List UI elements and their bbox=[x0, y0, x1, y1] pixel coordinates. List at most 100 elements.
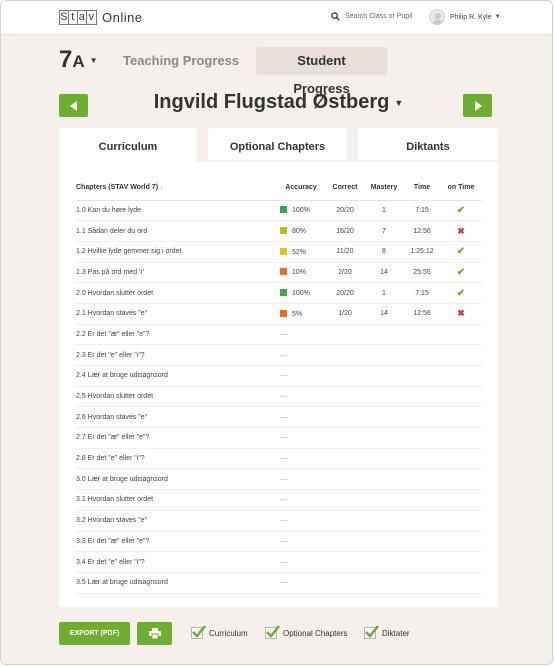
correct-cell: 2/20 bbox=[326, 262, 364, 284]
chapter-cell: 2.7 Er det "æ" eller "e"? bbox=[76, 427, 276, 449]
mastery-cell bbox=[364, 344, 404, 366]
class-number: 7 bbox=[59, 46, 73, 73]
chapter-cell: 1.3 Pas på ord med 'r' bbox=[76, 262, 276, 284]
on-time-cell bbox=[440, 448, 482, 470]
table-header-row: Chapters (STAV World 7) ↓ Accuracy Corre… bbox=[76, 176, 482, 201]
logo-mark: S t a v bbox=[59, 10, 97, 25]
column-header-chapters[interactable]: Chapters (STAV World 7) ↓ bbox=[76, 176, 276, 201]
correct-cell bbox=[326, 489, 364, 511]
mastery-cell bbox=[364, 510, 404, 532]
accuracy-value: — bbox=[280, 579, 287, 587]
accuracy-value: — bbox=[280, 537, 287, 545]
table-row[interactable]: 1.3 Pas på ord med 'r' 10% 2/20 14 25:55 ✔ bbox=[76, 262, 482, 284]
class-selector[interactable]: 7 A ▼ bbox=[59, 47, 98, 73]
table-row[interactable]: 1.0 Kan du høre lyde 100% 20/20 1 7:15 ✔ bbox=[76, 200, 482, 222]
search-placeholder: Search Class or Pupil bbox=[345, 13, 413, 20]
on-time-cell bbox=[440, 551, 482, 573]
table-row[interactable]: 2.0 Hvordan slutter ordet 100% 20/20 1 7:15 ✔ bbox=[76, 282, 482, 304]
mastery-cell: 1 bbox=[364, 200, 404, 222]
tab-diktants[interactable]: Diktants bbox=[358, 128, 498, 162]
accuracy-value: — bbox=[280, 455, 287, 463]
correct-cell: 1/20 bbox=[326, 303, 364, 325]
table-row[interactable]: 3.5 Lær at bruge udisagnsord — bbox=[76, 572, 482, 594]
export-pdf-button[interactable]: EXPORT (PDF) bbox=[59, 622, 130, 645]
mastery-cell bbox=[364, 531, 404, 553]
table-row[interactable]: 3.3 Er det "æ" eller "e"? — bbox=[76, 531, 482, 553]
chapter-cell: 2.3 Er det "e" eller "i"? bbox=[76, 344, 276, 366]
correct-cell: 11/20 bbox=[326, 241, 364, 263]
on-time-cell bbox=[440, 531, 482, 553]
tab-teaching-progress[interactable]: Teaching Progress bbox=[111, 47, 251, 75]
user-menu[interactable]: Philip R. Kyle ▼ bbox=[429, 9, 501, 25]
checkbox-optional-chapters[interactable]: Optional Chapters bbox=[265, 625, 347, 639]
table-row[interactable]: 2.6 Hvordan staves "e" — bbox=[76, 406, 482, 429]
print-button[interactable] bbox=[137, 622, 172, 645]
tab-optional-chapters[interactable]: Optional Chapters bbox=[208, 128, 347, 162]
table-row[interactable]: 2.4 Lær at bruge udisagnsord — bbox=[76, 365, 482, 387]
chapter-cell: 3.3 Er det "æ" eller "e"? bbox=[76, 531, 276, 553]
accuracy-cell: — bbox=[276, 344, 326, 366]
on-time-cell bbox=[440, 386, 482, 408]
table-row[interactable]: 3.2 Hvordan staves "e" — bbox=[76, 510, 482, 532]
mastery-cell: 7 bbox=[364, 220, 404, 242]
table-row[interactable]: 2.2 Er det "æ" eller "e"? — bbox=[76, 324, 482, 346]
column-header-accuracy: Accuracy bbox=[276, 176, 326, 201]
tab-student-progress[interactable]: Student Progress bbox=[256, 47, 387, 96]
mastery-cell: 14 bbox=[364, 303, 404, 325]
table-row[interactable]: 3.0 Lær at bruge udisagnsord — bbox=[76, 468, 482, 491]
correct-cell bbox=[326, 531, 364, 553]
table-row[interactable]: 2.8 Er det "e" eller "i"? — bbox=[76, 448, 482, 470]
on-time-cell bbox=[440, 406, 482, 429]
checkbox-diktater[interactable]: Diktater bbox=[364, 625, 410, 639]
arrow-left-icon bbox=[69, 100, 77, 111]
checkmark-icon bbox=[192, 625, 206, 638]
time-cell bbox=[404, 572, 440, 594]
time-cell bbox=[404, 386, 440, 408]
table-row[interactable]: 1.1 Sådan deler du ord 80% 16/20 7 12:56 ✖ bbox=[76, 220, 482, 242]
time-cell bbox=[404, 365, 440, 387]
accuracy-cell: — bbox=[276, 365, 326, 387]
accuracy-value: — bbox=[280, 475, 287, 483]
next-pupil-button[interactable] bbox=[463, 94, 492, 117]
accuracy-cell: 100% bbox=[276, 282, 326, 304]
previous-pupil-button[interactable] bbox=[59, 94, 88, 117]
chevron-down-icon: ▼ bbox=[89, 56, 98, 65]
chapter-cell: 3.4 Er det "e" eller "i"? bbox=[76, 551, 276, 573]
mastery-cell bbox=[364, 324, 404, 346]
time-cell: 7:15 bbox=[404, 282, 440, 304]
cross-icon: ✖ bbox=[457, 225, 465, 236]
time-cell bbox=[404, 324, 440, 346]
printer-icon bbox=[148, 628, 161, 639]
checkbox-curriculum[interactable]: Curriculum bbox=[191, 625, 248, 639]
tab-curriculum[interactable]: Curriculum bbox=[59, 128, 197, 164]
column-header-correct: Correct bbox=[326, 176, 364, 201]
time-cell bbox=[404, 489, 440, 511]
chapter-cell: 2.4 Lær at bruge udisagnsord bbox=[76, 365, 276, 387]
time-cell bbox=[404, 531, 440, 553]
chevron-down-icon: ▼ bbox=[494, 14, 501, 20]
mastery-cell bbox=[364, 365, 404, 387]
logo[interactable]: S t a v Online bbox=[59, 10, 143, 25]
table-row[interactable]: 2.3 Er det "e" eller "i"? — bbox=[76, 344, 482, 366]
table-row[interactable]: 1.2 Hvilke lyde gemmer sig i ordet 52% 11/… bbox=[76, 241, 482, 263]
pupil-selector[interactable]: Ingvild Flugstad Østberg ▼ bbox=[101, 91, 456, 114]
content-tabs: Curriculum Optional Chapters Diktants bbox=[59, 128, 498, 164]
table-row[interactable]: 3.1 Hvordan slutter ordet — bbox=[76, 489, 482, 511]
table-row[interactable]: 2.5 Hvordan slutter ordet — bbox=[76, 386, 482, 408]
correct-cell bbox=[326, 365, 364, 387]
table-row[interactable]: 2.1 Hvordan staves "e" 5% 1/20 14 12:56 ✖ bbox=[76, 303, 482, 325]
table-row[interactable]: 2.7 Er det "æ" eller "e"? — bbox=[76, 427, 482, 449]
time-cell: 12:56 bbox=[404, 220, 440, 242]
checkmark-icon: ✔ bbox=[456, 266, 466, 278]
accuracy-value: 10% bbox=[292, 269, 307, 277]
checkmark-icon: ✔ bbox=[456, 204, 466, 216]
correct-cell bbox=[326, 406, 364, 429]
checkmark-icon bbox=[266, 625, 280, 638]
sort-arrow-icon: ↓ bbox=[160, 184, 164, 192]
on-time-cell: ✔ bbox=[440, 282, 482, 304]
column-header-time: Time bbox=[404, 176, 440, 201]
search-input[interactable]: Search Class or Pupil bbox=[331, 12, 412, 21]
table-row[interactable]: 3.4 Er det "e" eller "i"? — bbox=[76, 551, 482, 573]
correct-cell: 20/20 bbox=[326, 200, 364, 222]
on-time-cell: ✔ bbox=[440, 262, 482, 284]
